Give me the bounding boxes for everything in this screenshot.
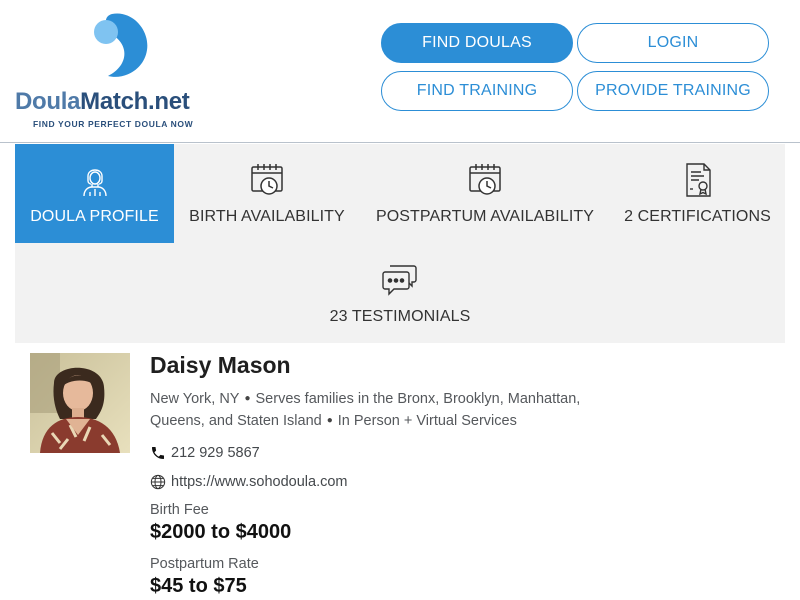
- birth-fee-value: $2000 to $4000: [150, 521, 292, 543]
- logo-wordmark-match: Match.net: [80, 88, 190, 115]
- tab-birth-availability-label: BIRTH AVAILABILITY: [189, 208, 345, 225]
- calendar-clock-icon: [469, 164, 501, 195]
- doula-city: New York, NY: [150, 391, 240, 407]
- tab-certifications-label: 2 CERTIFICATIONS: [624, 208, 771, 225]
- postpartum-rate-label: Postpartum Rate: [150, 556, 259, 572]
- globe-icon: [150, 474, 166, 490]
- separator-dot: ●: [244, 393, 251, 404]
- logo-mark-icon: [94, 13, 148, 77]
- tab-testimonials[interactable]: 23 TESTIMONIALS: [320, 244, 480, 343]
- find-training-button[interactable]: FIND TRAINING: [381, 71, 573, 111]
- tab-testimonials-label: 23 TESTIMONIALS: [329, 308, 471, 325]
- doula-person-icon: [82, 169, 107, 197]
- profile-tabs: DOULA PROFILE BIRTH AVAILABILITY POSTPAR…: [15, 144, 785, 343]
- site-header: DoulaMatch.net FIND YOUR PERFECT DOULA N…: [0, 0, 800, 143]
- website-link[interactable]: https://www.sohodoula.com: [171, 474, 348, 490]
- website-row: https://www.sohodoula.com: [150, 474, 348, 490]
- phone-link[interactable]: 212 929 5867: [171, 445, 260, 461]
- certificate-icon: [685, 163, 711, 197]
- chat-bubbles-icon: [382, 265, 417, 296]
- calendar-clock-icon: [251, 164, 283, 195]
- tab-postpartum-availability-label: POSTPARTUM AVAILABILITY: [375, 208, 595, 225]
- doula-portrait-image: [30, 353, 130, 453]
- postpartum-rate-value: $45 to $75: [150, 575, 247, 597]
- separator-dot: ●: [326, 415, 333, 426]
- tab-birth-availability[interactable]: BIRTH AVAILABILITY: [174, 144, 360, 243]
- phone-row: 212 929 5867: [150, 445, 260, 461]
- doula-name: Daisy Mason: [150, 352, 291, 378]
- login-button[interactable]: LOGIN: [577, 23, 769, 63]
- logo-tagline: FIND YOUR PERFECT DOULA NOW: [33, 119, 194, 129]
- birth-fee-label: Birth Fee: [150, 502, 209, 518]
- tab-postpartum-availability[interactable]: POSTPARTUM AVAILABILITY: [360, 144, 610, 243]
- logo-wordmark: DoulaMatch.net: [15, 88, 190, 116]
- provide-training-button[interactable]: PROVIDE TRAINING: [577, 71, 769, 111]
- tab-doula-profile-label: DOULA PROFILE: [30, 208, 159, 225]
- tab-certifications[interactable]: 2 CERTIFICATIONS: [610, 144, 785, 243]
- doula-location-info: New York, NY ● Serves families in the Bron…: [150, 388, 620, 432]
- tab-doula-profile[interactable]: DOULA PROFILE: [15, 144, 174, 243]
- find-doulas-button[interactable]: FIND DOULAS: [381, 23, 573, 63]
- site-logo[interactable]: DoulaMatch.net FIND YOUR PERFECT DOULA N…: [15, 12, 220, 132]
- phone-icon: [152, 447, 164, 459]
- doula-photo: [30, 353, 130, 453]
- doula-service-types: In Person + Virtual Services: [337, 413, 517, 429]
- logo-wordmark-doula: Doula: [15, 88, 81, 115]
